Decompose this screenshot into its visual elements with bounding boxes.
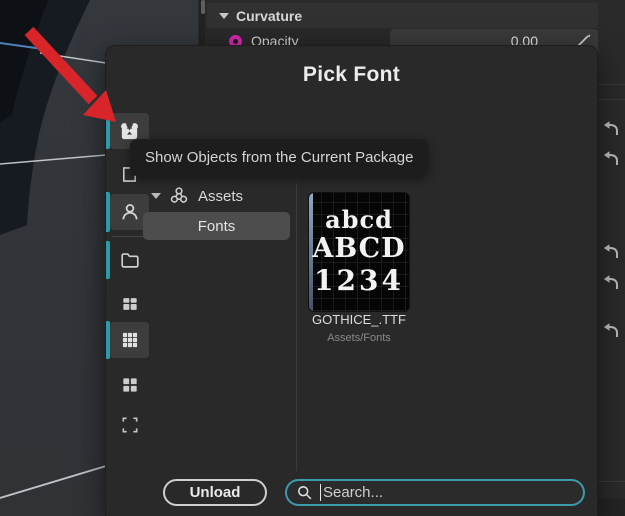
search-icon [298,486,312,500]
expand-icon [122,417,137,433]
expand-view-button[interactable] [110,407,149,443]
screen: Curvature Opacity 0.00 Pick Font Assets … [0,0,625,516]
view-tiles-button[interactable] [110,286,149,322]
person-icon [122,204,137,220]
revert-arrow-icon[interactable] [602,242,620,260]
unload-button[interactable]: Unload [163,479,267,506]
grid-large-icon [122,378,137,392]
tree-expand-caret[interactable] [151,193,161,199]
rail-divider [112,236,146,237]
grid-small-icon [122,298,137,310]
folder-icon [120,253,139,268]
revert-arrow-icon[interactable] [602,273,620,291]
row-divider [598,84,625,85]
view-grid-button[interactable] [110,322,149,358]
revert-arrow-icon[interactable] [602,119,620,137]
grid-dense-icon [122,332,137,348]
row-divider [598,481,625,482]
revert-arrow-icon[interactable] [602,321,620,339]
font-asset-tile[interactable]: abcd ABCD 1234 [309,193,409,311]
preview-line-uppercase: ABCD [312,233,406,264]
search-box[interactable] [285,479,585,506]
row-divider [598,99,625,100]
assets-group-icon [170,187,188,203]
section-header-curvature[interactable]: Curvature [207,3,598,28]
scrollbar-track[interactable] [199,0,205,46]
panel-divider [296,183,297,471]
section-title: Curvature [236,7,303,24]
unload-button-label: Unload [189,484,241,501]
preview-line-lowercase: abcd [325,205,393,234]
tooltip: Show Objects from the Current Package [130,139,429,176]
tree-item-label: Fonts [197,217,236,235]
search-input[interactable] [323,484,583,501]
asset-filename: GOTHICE_.TTF [312,312,406,327]
revert-arrow-icon[interactable] [602,149,620,167]
tree-item-fonts[interactable]: Fonts [143,212,290,240]
tooltip-text: Show Objects from the Current Package [145,149,414,166]
tree-root-label: Assets [198,187,244,205]
preview-line-digits: 1234 [314,264,404,297]
browse-folders-button[interactable] [110,242,149,278]
section-collapse-icon[interactable] [219,12,229,19]
panel-footer-strip [598,499,625,516]
tree-root-assets[interactable]: Assets [168,185,243,207]
asset-path: Assets/Fonts [327,332,391,344]
scrollbar-thumb[interactable] [201,0,205,14]
pick-font-dialog: Pick Font Assets Fonts abcd ABCD 1234 GO… [105,45,598,516]
font-preview: abcd ABCD 1234 [309,193,409,311]
view-large-tiles-button[interactable] [110,367,149,403]
text-cursor [320,484,321,501]
dialog-title: Pick Font [302,63,401,86]
